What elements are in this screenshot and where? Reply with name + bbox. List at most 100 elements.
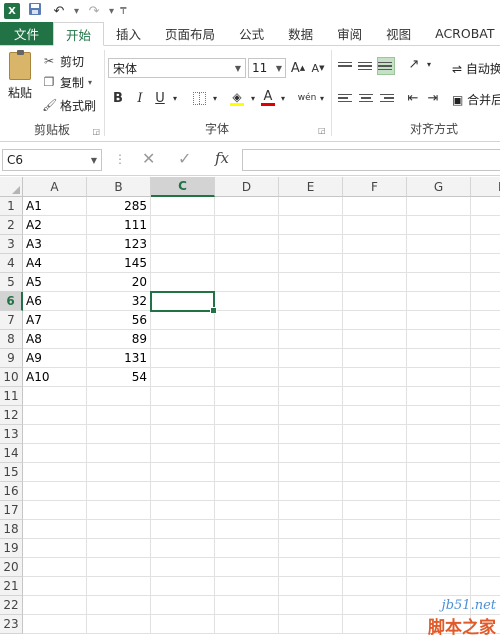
- cell-e5[interactable]: [279, 273, 343, 292]
- bold-button[interactable]: B: [110, 88, 126, 108]
- redo-icon[interactable]: ↷: [85, 4, 103, 19]
- cell-f17[interactable]: [343, 501, 407, 520]
- cell-a11[interactable]: [23, 387, 87, 406]
- cell-a20[interactable]: [23, 558, 87, 577]
- shrink-font-button[interactable]: A ▼: [310, 58, 326, 78]
- cell-d22[interactable]: [215, 596, 279, 615]
- cell-a15[interactable]: [23, 463, 87, 482]
- cell-b11[interactable]: [87, 387, 151, 406]
- fill-color-button[interactable]: ◈: [228, 88, 246, 108]
- cell-f8[interactable]: [343, 330, 407, 349]
- cell-a22[interactable]: [23, 596, 87, 615]
- borders-button[interactable]: [190, 88, 208, 108]
- phonetic-button[interactable]: wén: [298, 88, 317, 108]
- cell-d9[interactable]: [215, 349, 279, 368]
- cell-b17[interactable]: [87, 501, 151, 520]
- cell-d23[interactable]: [215, 615, 279, 634]
- cell-g6[interactable]: [407, 292, 471, 311]
- cell-a1[interactable]: A1: [23, 197, 87, 216]
- cell-h14[interactable]: [471, 444, 500, 463]
- cell-e11[interactable]: [279, 387, 343, 406]
- cell-h19[interactable]: [471, 539, 500, 558]
- cancel-icon[interactable]: ✕: [142, 149, 155, 168]
- cell-f5[interactable]: [343, 273, 407, 292]
- tab-review[interactable]: 审阅: [325, 22, 374, 45]
- tab-page-layout[interactable]: 页面布局: [153, 22, 227, 45]
- font-launcher-icon[interactable]: ◲: [318, 126, 326, 135]
- cell-c23[interactable]: [151, 615, 215, 634]
- underline-button[interactable]: U: [152, 88, 168, 108]
- enter-icon[interactable]: ✓: [178, 149, 191, 168]
- cell-d18[interactable]: [215, 520, 279, 539]
- cell-e10[interactable]: [279, 368, 343, 387]
- paste-button[interactable]: 粘贴: [4, 50, 36, 110]
- cell-h2[interactable]: [471, 216, 500, 235]
- column-header-g[interactable]: G: [407, 177, 471, 197]
- cell-c7[interactable]: [151, 311, 215, 330]
- cell-g5[interactable]: [407, 273, 471, 292]
- redo-dropdown-icon[interactable]: ▾: [109, 6, 114, 17]
- cell-e13[interactable]: [279, 425, 343, 444]
- cell-b10[interactable]: 54: [87, 368, 151, 387]
- wrap-text-button[interactable]: ⇌ 自动换: [452, 60, 500, 77]
- cell-d17[interactable]: [215, 501, 279, 520]
- cell-c10[interactable]: [151, 368, 215, 387]
- cell-h15[interactable]: [471, 463, 500, 482]
- font-color-button[interactable]: A: [260, 88, 276, 108]
- name-box[interactable]: C6 ▼: [2, 149, 102, 171]
- cell-g12[interactable]: [407, 406, 471, 425]
- cell-c3[interactable]: [151, 235, 215, 254]
- row-header[interactable]: 8: [0, 330, 23, 349]
- cell-b21[interactable]: [87, 577, 151, 596]
- cell-g21[interactable]: [407, 577, 471, 596]
- cell-e1[interactable]: [279, 197, 343, 216]
- cell-f9[interactable]: [343, 349, 407, 368]
- cell-f6[interactable]: [343, 292, 407, 311]
- cell-b19[interactable]: [87, 539, 151, 558]
- cell-e2[interactable]: [279, 216, 343, 235]
- cell-a13[interactable]: [23, 425, 87, 444]
- cell-d6[interactable]: [215, 292, 279, 311]
- row-header[interactable]: 16: [0, 482, 23, 501]
- cell-e4[interactable]: [279, 254, 343, 273]
- column-header-a[interactable]: A: [23, 177, 87, 197]
- tab-data[interactable]: 数据: [276, 22, 325, 45]
- cell-e14[interactable]: [279, 444, 343, 463]
- cell-h18[interactable]: [471, 520, 500, 539]
- cell-c1[interactable]: [151, 197, 215, 216]
- font-size-select[interactable]: 11 ▼: [248, 58, 286, 78]
- cell-a3[interactable]: A3: [23, 235, 87, 254]
- cell-b12[interactable]: [87, 406, 151, 425]
- cell-b13[interactable]: [87, 425, 151, 444]
- cell-f22[interactable]: [343, 596, 407, 615]
- cell-g19[interactable]: [407, 539, 471, 558]
- cell-a16[interactable]: [23, 482, 87, 501]
- borders-dropdown-icon[interactable]: ▾: [210, 88, 220, 108]
- cell-b1[interactable]: 285: [87, 197, 151, 216]
- cell-f3[interactable]: [343, 235, 407, 254]
- cell-c13[interactable]: [151, 425, 215, 444]
- cell-f11[interactable]: [343, 387, 407, 406]
- cut-button[interactable]: ✂ 剪切: [42, 52, 84, 70]
- cell-a17[interactable]: [23, 501, 87, 520]
- cell-e22[interactable]: [279, 596, 343, 615]
- cell-c20[interactable]: [151, 558, 215, 577]
- row-header[interactable]: 3: [0, 235, 23, 254]
- cell-g1[interactable]: [407, 197, 471, 216]
- cell-f19[interactable]: [343, 539, 407, 558]
- row-header[interactable]: 12: [0, 406, 23, 425]
- cell-h4[interactable]: [471, 254, 500, 273]
- cell-f16[interactable]: [343, 482, 407, 501]
- cell-a10[interactable]: A10: [23, 368, 87, 387]
- cell-d16[interactable]: [215, 482, 279, 501]
- align-middle-button[interactable]: [358, 58, 374, 74]
- cell-a7[interactable]: A7: [23, 311, 87, 330]
- cell-c21[interactable]: [151, 577, 215, 596]
- cell-f2[interactable]: [343, 216, 407, 235]
- cell-d14[interactable]: [215, 444, 279, 463]
- cell-c19[interactable]: [151, 539, 215, 558]
- cell-e15[interactable]: [279, 463, 343, 482]
- cell-d7[interactable]: [215, 311, 279, 330]
- phonetic-dropdown-icon[interactable]: ▾: [318, 88, 326, 108]
- cell-f23[interactable]: [343, 615, 407, 634]
